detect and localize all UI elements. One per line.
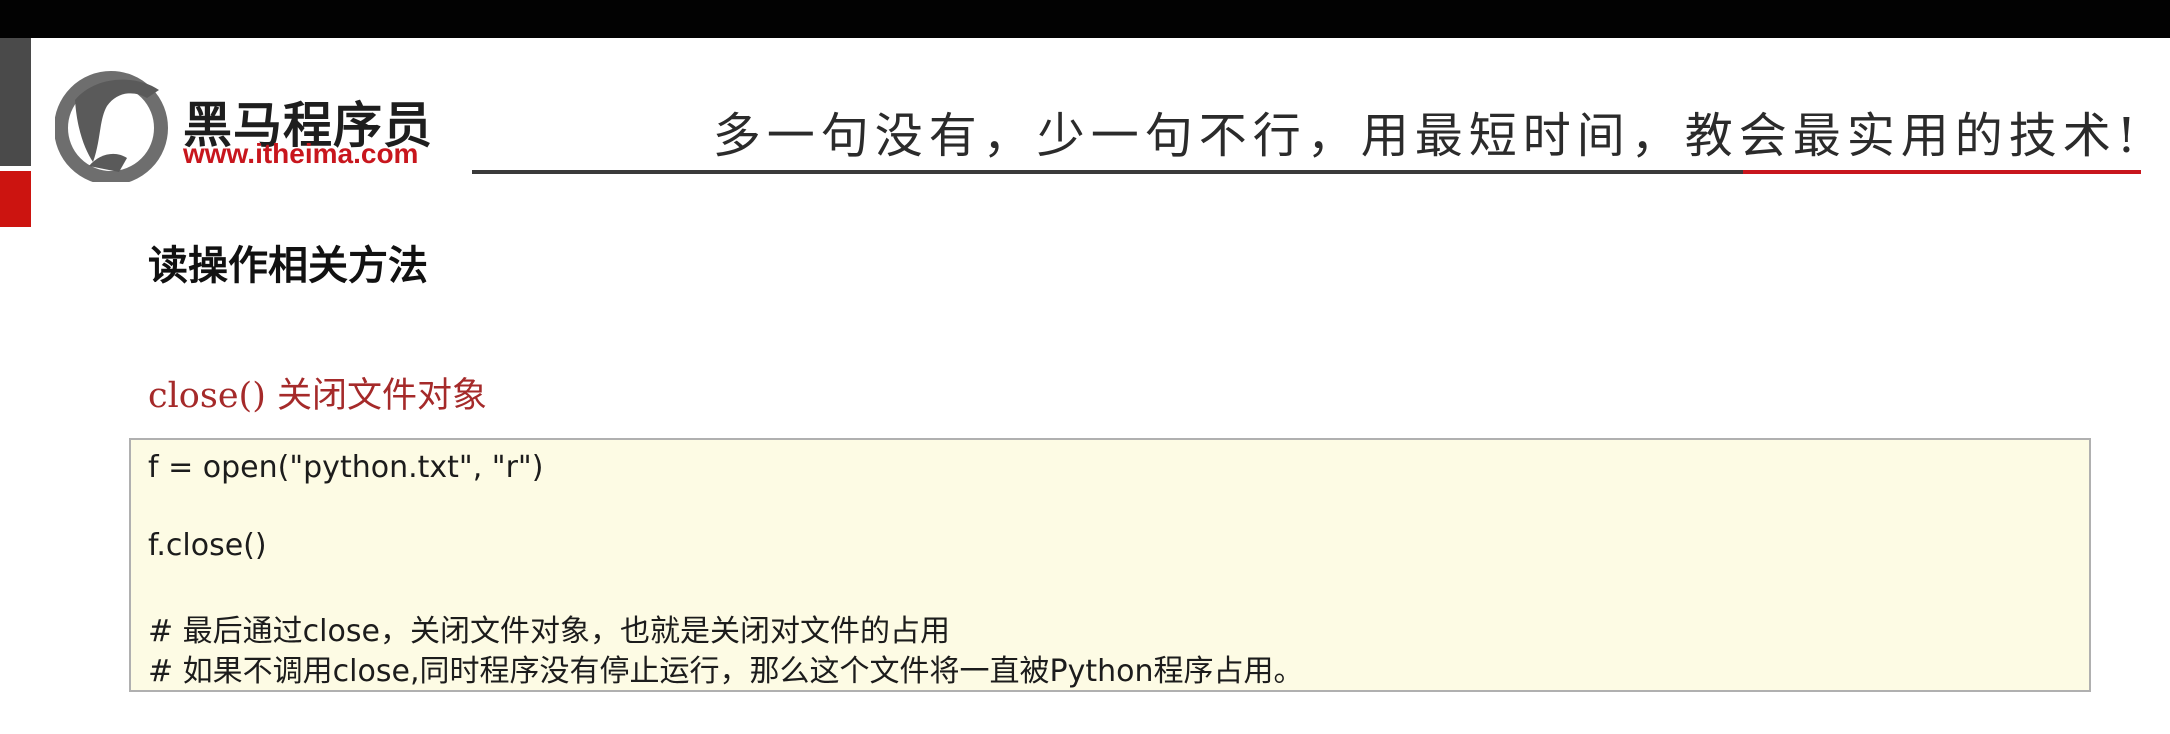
side-accent-red: [0, 171, 31, 227]
slide-subheading: close() 关闭文件对象: [148, 376, 487, 416]
header-divider: [472, 170, 1743, 174]
brand-url: www.itheima.com: [183, 138, 419, 169]
horse-head-icon: [55, 71, 168, 182]
code-line: # 如果不调用close,同时程序没有停止运行，那么这个文件将一直被Python…: [148, 654, 1304, 689]
slide-heading: 读操作相关方法: [148, 243, 428, 289]
code-line: f.close(): [148, 528, 267, 563]
code-line: # 最后通过close，关闭文件对象，也就是关闭对文件的占用: [148, 614, 950, 649]
code-block: f = open("python.txt", "r") f.close() # …: [129, 438, 2091, 692]
header-divider-accent: [1743, 170, 2141, 174]
code-line: f = open("python.txt", "r"): [148, 450, 544, 485]
brand-logo: 黑马程序员 www.itheima.com: [55, 70, 445, 182]
top-black-bar: [0, 0, 2170, 38]
brand-slogan: 多一句没有，少一句不行，用最短时间，教会最实用的技术!: [712, 108, 2142, 164]
side-accent-gray: [0, 38, 31, 166]
